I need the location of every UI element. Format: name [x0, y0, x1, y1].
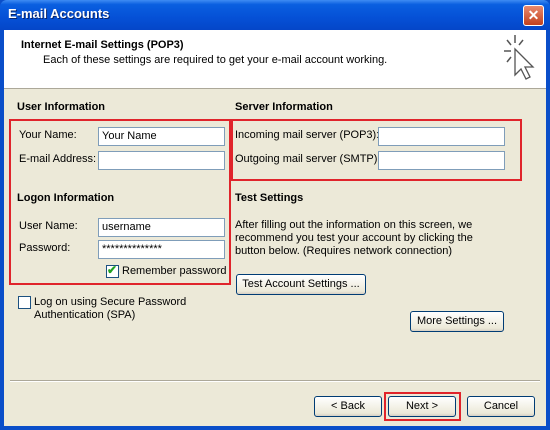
- dialog-client: Internet E-mail Settings (POP3) Each of …: [4, 30, 546, 426]
- test-settings-text-line2: recommend you test your account by click…: [235, 232, 473, 244]
- footer-divider: [10, 380, 540, 382]
- your-name-field[interactable]: Your Name: [98, 127, 225, 146]
- close-button[interactable]: ✕: [523, 5, 544, 26]
- test-settings-text-line1: After filling out the information on thi…: [235, 219, 473, 231]
- incoming-server-label: Incoming mail server (POP3):: [235, 129, 380, 141]
- next-button[interactable]: Next >: [388, 396, 456, 417]
- cancel-button[interactable]: Cancel: [467, 396, 535, 417]
- password-field[interactable]: **************: [98, 240, 225, 259]
- test-account-settings-button[interactable]: Test Account Settings ...: [236, 274, 366, 295]
- remember-password-checkbox[interactable]: ✔: [106, 263, 119, 278]
- header-title: Internet E-mail Settings (POP3): [21, 39, 184, 51]
- test-settings-text-line3: button below. (Requires network connecti…: [235, 245, 453, 257]
- header-subtitle: Each of these settings are required to g…: [43, 54, 388, 66]
- username-label: User Name:: [19, 220, 78, 232]
- logon-info-heading: Logon Information: [17, 192, 115, 204]
- more-settings-button[interactable]: More Settings ...: [410, 311, 504, 332]
- spa-label-line2[interactable]: Authentication (SPA): [34, 309, 135, 321]
- remember-password-label[interactable]: Remember password: [122, 265, 227, 277]
- email-address-field[interactable]: [98, 151, 225, 170]
- your-name-label: Your Name:: [19, 129, 77, 141]
- incoming-server-field[interactable]: [378, 127, 505, 146]
- spa-checkbox[interactable]: [18, 296, 31, 309]
- spa-label-line1[interactable]: Log on using Secure Password: [34, 296, 186, 308]
- title-bar[interactable]: E-mail Accounts ✕: [0, 0, 550, 30]
- wizard-cursor-icon: [504, 35, 535, 80]
- username-field[interactable]: username: [98, 218, 225, 237]
- header-panel: Internet E-mail Settings (POP3) Each of …: [4, 30, 546, 89]
- close-icon: ✕: [527, 7, 540, 23]
- email-address-label: E-mail Address:: [19, 153, 97, 165]
- outgoing-server-label: Outgoing mail server (SMTP):: [235, 153, 381, 165]
- password-label: Password:: [19, 242, 71, 254]
- window-title: E-mail Accounts: [8, 6, 110, 21]
- email-accounts-window: E-mail Accounts ✕ Internet E-mail Settin…: [0, 0, 550, 430]
- back-button[interactable]: < Back: [314, 396, 382, 417]
- checkmark-icon: ✔: [107, 263, 118, 277]
- server-info-heading: Server Information: [235, 101, 333, 113]
- user-info-heading: User Information: [17, 101, 106, 113]
- outgoing-server-field[interactable]: [378, 151, 505, 170]
- test-settings-heading: Test Settings: [235, 192, 304, 204]
